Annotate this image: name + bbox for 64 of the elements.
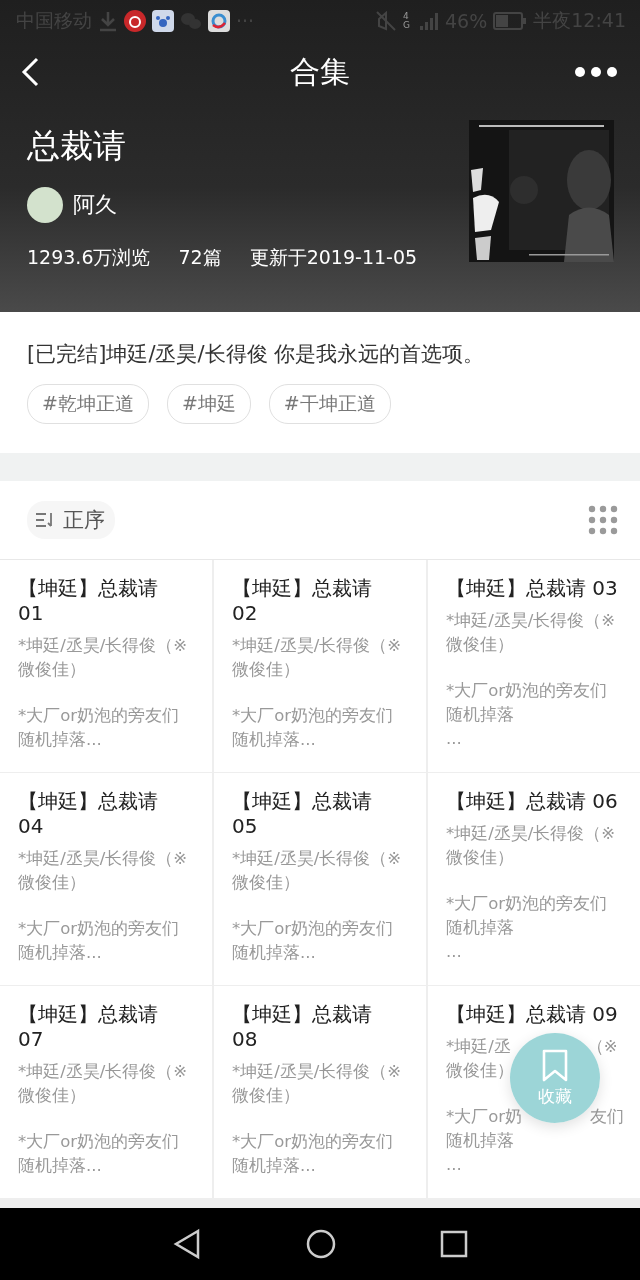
update-date: 更新于2019-11-05 xyxy=(249,245,418,270)
chapter-excerpt: *大厂or奶泡的旁友们 随机掉落... xyxy=(232,1131,395,1177)
chapter-excerpt: *大厂or奶泡的旁友们 随机掉落... xyxy=(18,705,181,751)
chapter-excerpt: *坤廷/丞昊/长得俊（※ 微俊佳） xyxy=(446,823,617,869)
download-icon xyxy=(98,10,118,32)
recent-apps-button[interactable] xyxy=(440,1230,469,1258)
author-avatar[interactable] xyxy=(27,187,63,223)
mute-icon xyxy=(375,10,397,32)
chapter-card[interactable]: 【坤廷】总裁请 04 *坤廷/丞昊/长得俊（※ 微俊佳） *大厂or奶泡的旁友们 随机掉落... xyxy=(0,773,212,985)
chapter-excerpt: *大厂or奶泡的旁友们 随机掉落... xyxy=(18,1131,181,1177)
more-notifications: ··· xyxy=(236,10,255,32)
network-type: 4G xyxy=(403,12,411,30)
sort-button[interactable]: 正序 xyxy=(27,501,115,539)
chapter-excerpt: *坤廷/丞昊/长得俊（※ 微俊佳） xyxy=(232,1061,403,1107)
chapter-title: 【坤廷】总裁请 03 xyxy=(446,576,619,601)
chapter-title: 【坤廷】总裁请 04 xyxy=(18,789,159,839)
chapter-excerpt: *坤廷/丞昊/长得俊（※ 微俊佳） xyxy=(232,635,403,681)
chapter-title: 【坤廷】总裁请 01 xyxy=(18,576,159,626)
chapter-card[interactable]: 【坤廷】总裁请 02 *坤廷/丞昊/长得俊（※ 微俊佳） *大厂or奶泡的旁友们 随机掉落... xyxy=(214,560,426,772)
page-title: 合集 xyxy=(290,52,350,91)
signal-icon xyxy=(419,11,439,31)
chapter-excerpt: *大厂or奶泡的旁友们 随机掉落 ... xyxy=(446,680,609,750)
home-button[interactable] xyxy=(305,1228,337,1260)
chapter-title: 【坤廷】总裁请 07 xyxy=(18,1002,159,1052)
view-count: 1293.6万浏览 xyxy=(27,245,151,270)
chapter-excerpt: *坤廷/丞昊/长得俊（※ 微俊佳） xyxy=(18,1061,189,1107)
chapter-excerpt: *大厂or奶泡的旁友们 随机掉落 ... xyxy=(446,893,609,963)
excerpt-line: 随机掉落 xyxy=(446,1130,514,1152)
chapter-excerpt: *坤廷/丞昊/长得俊（※ 微俊佳） xyxy=(446,610,617,656)
grid-view-button[interactable] xyxy=(588,505,618,535)
paw-app-icon xyxy=(152,10,174,32)
chapter-title: 【坤廷】总裁请 06 xyxy=(446,789,619,814)
chapter-title: 【坤廷】总裁请 05 xyxy=(232,789,373,839)
more-button[interactable] xyxy=(574,66,618,78)
music-app-icon xyxy=(124,10,146,32)
chapter-excerpt: *坤廷/丞昊/长得俊（※ 微俊佳） xyxy=(18,848,189,894)
chapter-excerpt: *大厂or奶泡的旁友们 随机掉落... xyxy=(18,918,181,964)
collection-description: [已完结]坤廷/丞昊/长得俊 你是我永远的首选项。 xyxy=(27,341,486,368)
bookmark-icon xyxy=(541,1048,569,1083)
chapter-title: 【坤廷】总裁请 02 xyxy=(232,576,373,626)
nav-back-button[interactable] xyxy=(171,1228,202,1260)
tag-chip[interactable]: #坤廷 xyxy=(166,384,251,424)
chapter-card[interactable]: 【坤廷】总裁请 06 *坤廷/丞昊/长得俊（※ 微俊佳） *大厂or奶泡的旁友们 随机掉落 ... xyxy=(428,773,640,985)
tag-chip[interactable]: #乾坤正道 xyxy=(27,384,149,424)
author-name[interactable]: 阿久 xyxy=(73,190,117,220)
chapter-card[interactable]: 【坤廷】总裁请 01 *坤廷/丞昊/长得俊（※ 微俊佳） *大厂or奶泡的旁友们 随机掉落... xyxy=(0,560,212,772)
chapter-title: 【坤廷】总裁请 09 xyxy=(446,1002,619,1027)
chapter-excerpt: *大厂or奶泡的旁友们 随机掉落... xyxy=(232,918,395,964)
chapter-card[interactable]: 【坤廷】总裁请 05 *坤廷/丞昊/长得俊（※ 微俊佳） *大厂or奶泡的旁友们 随机掉落... xyxy=(214,773,426,985)
battery-icon xyxy=(493,12,528,30)
excerpt-line: ... xyxy=(446,1154,462,1176)
news-app-icon xyxy=(208,10,230,32)
chapter-card[interactable]: 【坤廷】总裁请 07 *坤廷/丞昊/长得俊（※ 微俊佳） *大厂or奶泡的旁友们 随机掉落... xyxy=(0,986,212,1198)
chapter-excerpt: *坤廷/丞昊/长得俊（※ 微俊佳） xyxy=(232,848,403,894)
collection-title: 总裁请 xyxy=(27,125,127,167)
chapter-title: 【坤廷】总裁请 08 xyxy=(232,1002,373,1052)
chapter-card[interactable]: 【坤廷】总裁请 08 *坤廷/丞昊/长得俊（※ 微俊佳） *大厂or奶泡的旁友们 随机掉落... xyxy=(214,986,426,1198)
back-button[interactable] xyxy=(20,56,40,88)
tag-chip[interactable]: #干坤正道 xyxy=(268,384,391,424)
chapter-count: 72篇 xyxy=(178,245,222,270)
chapter-card[interactable]: 【坤廷】总裁请 03 *坤廷/丞昊/长得俊（※ 微俊佳） *大厂or奶泡的旁友们 随机掉落 ... xyxy=(428,560,640,772)
chapter-excerpt: *大厂or奶泡的旁友们 随机掉落... xyxy=(232,705,395,751)
chapter-excerpt: *坤廷/丞昊/长得俊（※ 微俊佳） xyxy=(18,635,189,681)
excerpt-fragment: *坤廷/丞 xyxy=(446,1036,511,1058)
